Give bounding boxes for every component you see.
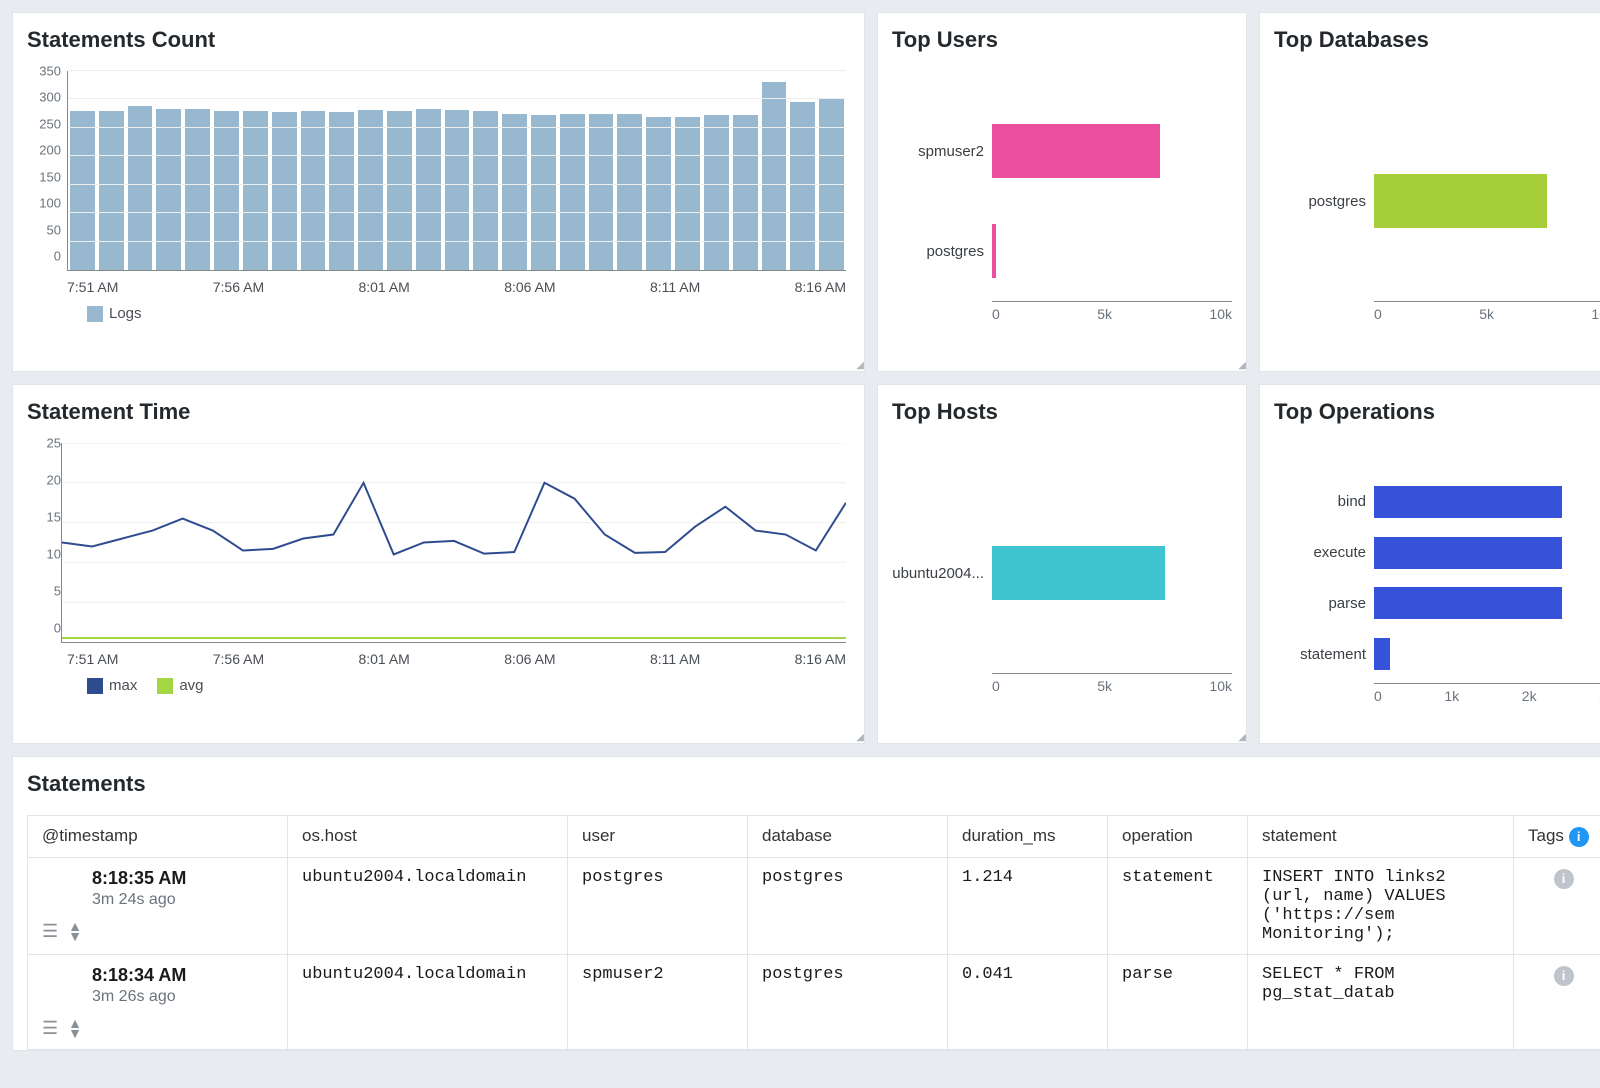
hbar-label: execute xyxy=(1274,544,1374,561)
cell-user: postgres xyxy=(568,858,748,955)
cell-duration: 1.214 xyxy=(948,858,1108,955)
hbar-label: parse xyxy=(1274,595,1374,612)
bar[interactable] xyxy=(416,109,441,270)
hbar-label: postgres xyxy=(1274,193,1374,210)
table-row[interactable]: 8:18:35 AM3m 24s ago☰▲▼ubuntu2004.locald… xyxy=(28,858,1600,955)
col-user[interactable]: user xyxy=(568,816,748,858)
info-icon[interactable]: i xyxy=(1569,827,1589,847)
legend-item[interactable]: avg xyxy=(157,677,203,694)
hbar-label: ubuntu2004... xyxy=(892,565,992,582)
top-users-chart[interactable]: spmuser2postgres 05k10k xyxy=(892,71,1232,331)
legend-item[interactable]: Logs xyxy=(87,305,142,322)
cell-statement: INSERT INTO links2 (url, name) VALUES ('… xyxy=(1248,858,1514,955)
col-database[interactable]: database xyxy=(748,816,948,858)
top-databases-chart[interactable]: postgres 05k10k xyxy=(1274,71,1600,331)
statements-count-chart[interactable]: 350300250200150100500 7:51 AM7:56 AM8:01… xyxy=(27,71,850,301)
info-icon[interactable]: i xyxy=(1554,869,1574,889)
info-icon[interactable]: i xyxy=(1554,966,1574,986)
bar[interactable] xyxy=(617,114,642,270)
cell-operation: parse xyxy=(1108,955,1248,1050)
top-operations-panel: Top Operations bind execute parse statement… xyxy=(1259,384,1600,744)
top-hosts-title: Top Hosts xyxy=(892,399,1232,425)
cell-user: spmuser2 xyxy=(568,955,748,1050)
cell-duration: 0.041 xyxy=(948,955,1108,1050)
hbar-label: spmuser2 xyxy=(892,143,992,160)
col-tags[interactable]: Tags i xyxy=(1514,816,1600,858)
bar[interactable] xyxy=(589,114,614,270)
cell-host: ubuntu2004.localdomain xyxy=(288,858,568,955)
hbar-label: bind xyxy=(1274,493,1374,510)
col-timestamp[interactable]: @timestamp xyxy=(28,816,288,858)
table-row[interactable]: 8:18:34 AM3m 26s ago☰▲▼ubuntu2004.locald… xyxy=(28,955,1600,1050)
col-duration[interactable]: duration_ms xyxy=(948,816,1108,858)
statements-table: @timestamp os.host user database duratio… xyxy=(27,815,1600,1050)
bar[interactable] xyxy=(301,111,326,270)
hbar-row[interactable]: postgres xyxy=(892,220,1232,282)
resize-handle-icon[interactable]: ◢ xyxy=(1238,735,1244,741)
top-operations-title: Top Operations xyxy=(1274,399,1600,425)
cell-database: postgres xyxy=(748,955,948,1050)
menu-icon[interactable]: ☰ xyxy=(42,921,58,942)
bar[interactable] xyxy=(733,115,758,270)
statement-time-chart[interactable]: 2520151050 7:51 AM7:56 AM8:01 AM8:06 AM8… xyxy=(27,443,850,673)
bar[interactable] xyxy=(675,117,700,271)
statements-count-title: Statements Count xyxy=(27,27,850,53)
statements-count-panel: Statements Count 350300250200150100500 7… xyxy=(12,12,865,372)
legend-item[interactable]: max xyxy=(87,677,137,694)
bar[interactable] xyxy=(214,111,239,270)
top-hosts-panel: Top Hosts ubuntu2004... 05k10k ◢ xyxy=(877,384,1247,744)
hbar-row[interactable]: bind xyxy=(1274,480,1600,524)
top-operations-chart[interactable]: bindexecuteparsestatement 01k2k3k xyxy=(1274,443,1600,703)
col-operation[interactable]: operation xyxy=(1108,816,1248,858)
top-users-title: Top Users xyxy=(892,27,1232,53)
resize-handle-icon[interactable]: ◢ xyxy=(856,735,862,741)
bar[interactable] xyxy=(704,115,729,270)
sort-icon[interactable]: ▲▼ xyxy=(68,921,82,942)
bar[interactable] xyxy=(387,111,412,270)
hbar-label: statement xyxy=(1274,646,1374,663)
sort-icon[interactable]: ▲▼ xyxy=(68,1018,82,1039)
statement-time-panel: Statement Time 2520151050 7:51 AM7:56 AM… xyxy=(12,384,865,744)
top-databases-title: Top Databases xyxy=(1274,27,1600,53)
cell-statement: SELECT * FROM pg_stat_datab xyxy=(1248,955,1514,1050)
top-hosts-chart[interactable]: ubuntu2004... 05k10k xyxy=(892,443,1232,703)
bar[interactable] xyxy=(646,117,671,271)
top-users-panel: Top Users spmuser2postgres 05k10k ◢ xyxy=(877,12,1247,372)
bar[interactable] xyxy=(473,111,498,270)
statements-title: Statements xyxy=(27,771,1600,797)
cell-database: postgres xyxy=(748,858,948,955)
bar[interactable] xyxy=(99,111,124,270)
bar[interactable] xyxy=(502,114,527,270)
bar[interactable] xyxy=(531,115,556,270)
bar[interactable] xyxy=(128,106,153,270)
bar[interactable] xyxy=(819,99,844,270)
bar[interactable] xyxy=(560,114,585,270)
bar[interactable] xyxy=(185,109,210,270)
bar[interactable] xyxy=(70,111,95,270)
hbar-row[interactable]: statement xyxy=(1274,632,1600,676)
hbar-row[interactable]: ubuntu2004... xyxy=(892,542,1232,604)
cell-operation: statement xyxy=(1108,858,1248,955)
statements-panel: Statements @timestamp os.host user datab… xyxy=(12,756,1600,1051)
hbar-row[interactable]: parse xyxy=(1274,581,1600,625)
hbar-row[interactable]: postgres xyxy=(1274,170,1600,232)
bar[interactable] xyxy=(762,82,787,270)
col-statement[interactable]: statement xyxy=(1248,816,1514,858)
cell-host: ubuntu2004.localdomain xyxy=(288,955,568,1050)
bar[interactable] xyxy=(329,112,354,270)
top-databases-panel: Top Databases postgres 05k10k ◢ xyxy=(1259,12,1600,372)
bar[interactable] xyxy=(243,111,268,270)
bar[interactable] xyxy=(358,110,383,270)
menu-icon[interactable]: ☰ xyxy=(42,1018,58,1039)
hbar-row[interactable]: spmuser2 xyxy=(892,120,1232,182)
hbar-label: postgres xyxy=(892,243,992,260)
bar[interactable] xyxy=(272,112,297,270)
bar[interactable] xyxy=(445,110,470,270)
col-host[interactable]: os.host xyxy=(288,816,568,858)
resize-handle-icon[interactable]: ◢ xyxy=(856,363,862,369)
bar[interactable] xyxy=(156,109,181,270)
resize-handle-icon[interactable]: ◢ xyxy=(1238,363,1244,369)
hbar-row[interactable]: execute xyxy=(1274,531,1600,575)
statement-time-title: Statement Time xyxy=(27,399,850,425)
